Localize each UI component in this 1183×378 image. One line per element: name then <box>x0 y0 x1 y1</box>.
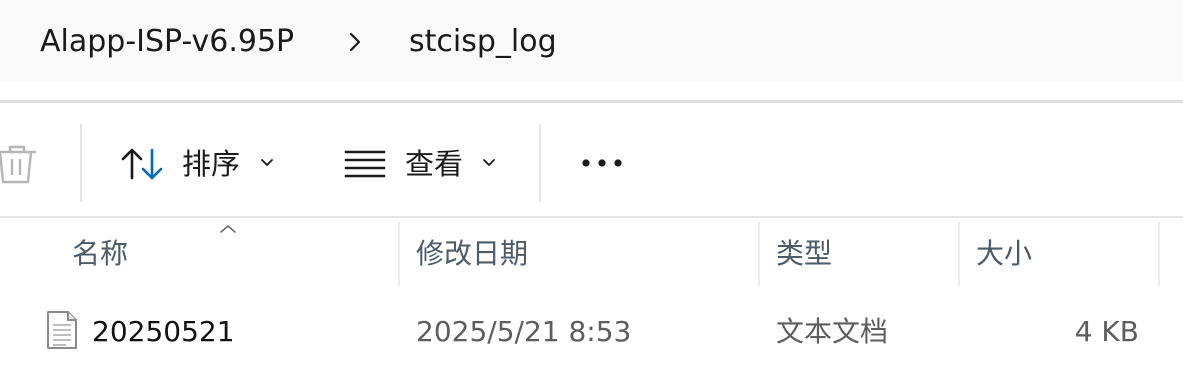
file-modified-date: 2025/5/21 8:53 <box>416 315 632 348</box>
chevron-right-icon[interactable] <box>343 30 367 54</box>
sort-label: 排序 <box>182 147 241 181</box>
file-size: 4 KB <box>1074 315 1139 348</box>
more-options-button[interactable] <box>572 138 632 190</box>
view-label: 查看 <box>405 147 464 181</box>
toolbar-separator <box>539 124 541 202</box>
file-row[interactable]: 20250521 2025/5/21 8:53 文本文档 4 KB <box>0 300 1183 364</box>
file-type: 文本文档 <box>776 315 889 348</box>
command-bar-divider <box>0 216 1183 218</box>
column-header-modified[interactable]: 修改日期 <box>416 236 528 272</box>
more-ellipsis-icon <box>582 159 622 167</box>
breadcrumb-item-stcisp-log[interactable]: stcisp_log <box>409 22 557 62</box>
chevron-down-icon <box>261 159 273 166</box>
column-resize-handle[interactable] <box>758 222 760 286</box>
column-header-type[interactable]: 类型 <box>776 236 832 272</box>
view-lines-icon <box>344 150 386 178</box>
file-name[interactable]: 20250521 <box>92 314 235 350</box>
toolbar-separator <box>80 124 82 202</box>
column-resize-handle[interactable] <box>1158 222 1160 286</box>
sort-arrows-icon <box>121 148 163 180</box>
text-file-icon <box>47 311 77 349</box>
delete-button[interactable] <box>0 138 40 190</box>
breadcrumb-item-alapp-isp[interactable]: Alapp-ISP-v6.95P <box>40 22 294 62</box>
address-bar: Alapp-ISP-v6.95P stcisp_log <box>0 0 1183 82</box>
column-header-size[interactable]: 大小 <box>976 236 1032 272</box>
column-resize-handle[interactable] <box>958 222 960 286</box>
column-header-name[interactable]: 名称 <box>72 236 128 272</box>
chevron-up-icon <box>220 225 236 233</box>
column-resize-handle[interactable] <box>398 222 400 286</box>
trash-icon <box>0 145 37 184</box>
chevron-down-icon <box>483 159 495 166</box>
